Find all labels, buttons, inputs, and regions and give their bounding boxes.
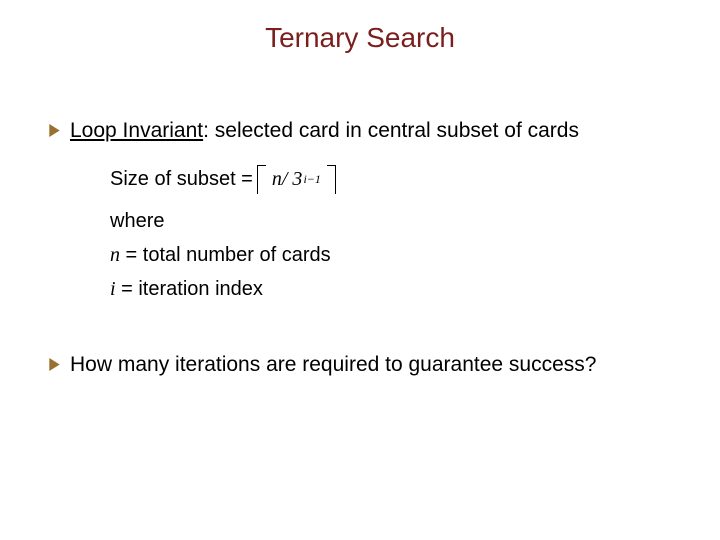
ceiling-expression: n / 3i−1	[270, 164, 323, 194]
expr-n: n	[272, 164, 282, 194]
expr-superscript: i−1	[303, 164, 320, 194]
math-i-def: i = iteration index	[110, 274, 672, 304]
math-block: Size of subset = n / 3i−1 where n = tota…	[110, 162, 672, 304]
slide-body: Loop Invariant: selected card in central…	[48, 118, 672, 384]
n-definition: = total number of cards	[120, 244, 331, 266]
slide-title: Ternary Search	[0, 22, 720, 54]
math-size-line: Size of subset = n / 3i−1	[110, 162, 672, 196]
bullet-lead: Loop Invariant	[70, 119, 203, 142]
expr-slash: / 3	[282, 164, 303, 194]
bullet-item: How many iterations are required to guar…	[48, 352, 672, 378]
slide: Ternary Search Loop Invariant: selected …	[0, 0, 720, 540]
n-symbol: n	[110, 244, 120, 266]
i-definition: = iteration index	[116, 278, 263, 300]
ceiling-right-bracket	[327, 165, 336, 194]
bullet-rest: : selected card in central subset of car…	[203, 119, 579, 142]
bullet-text: Loop Invariant: selected card in central…	[70, 118, 579, 144]
math-where: where	[110, 206, 672, 236]
chevron-right-icon	[48, 118, 70, 137]
ceiling-left-bracket	[257, 165, 266, 194]
bullet-text: How many iterations are required to guar…	[70, 352, 596, 378]
math-n-def: n = total number of cards	[110, 240, 672, 270]
chevron-right-icon	[48, 352, 70, 371]
size-label: Size of subset =	[110, 164, 253, 194]
bullet-item: Loop Invariant: selected card in central…	[48, 118, 672, 144]
